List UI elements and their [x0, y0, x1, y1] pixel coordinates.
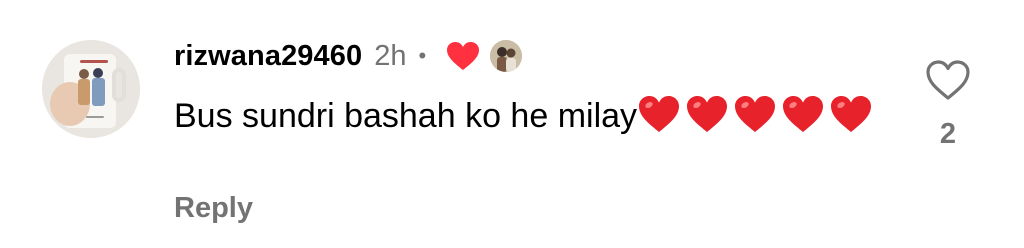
red-heart-emoji-icon: [733, 94, 777, 134]
creator-liked-heart-icon: [446, 41, 480, 71]
like-heart-icon[interactable]: [924, 58, 972, 102]
username[interactable]: rizwana29460: [174, 40, 362, 73]
comment-header: rizwana29460 2h •: [174, 36, 523, 76]
creator-avatar: [490, 40, 523, 72]
red-heart-emoji-icon: [685, 94, 729, 134]
avatar-photo: [42, 40, 140, 138]
red-heart-emoji-icon: [781, 94, 825, 134]
comment-item: rizwana29460 2h • Bus sundri bashah ko h…: [0, 0, 1024, 248]
timestamp: 2h: [374, 39, 407, 72]
comment-text: Bus sundri bashah ko he milay: [174, 90, 894, 142]
user-avatar[interactable]: [42, 40, 140, 138]
comment-body: Bus sundri bashah ko he milay: [174, 97, 638, 135]
red-heart-emoji-icon: [637, 94, 681, 134]
separator-dot: •: [418, 43, 427, 68]
reply-button[interactable]: Reply: [174, 192, 253, 225]
red-heart-emoji-icon: [829, 94, 873, 134]
like-count: 2: [939, 118, 957, 150]
